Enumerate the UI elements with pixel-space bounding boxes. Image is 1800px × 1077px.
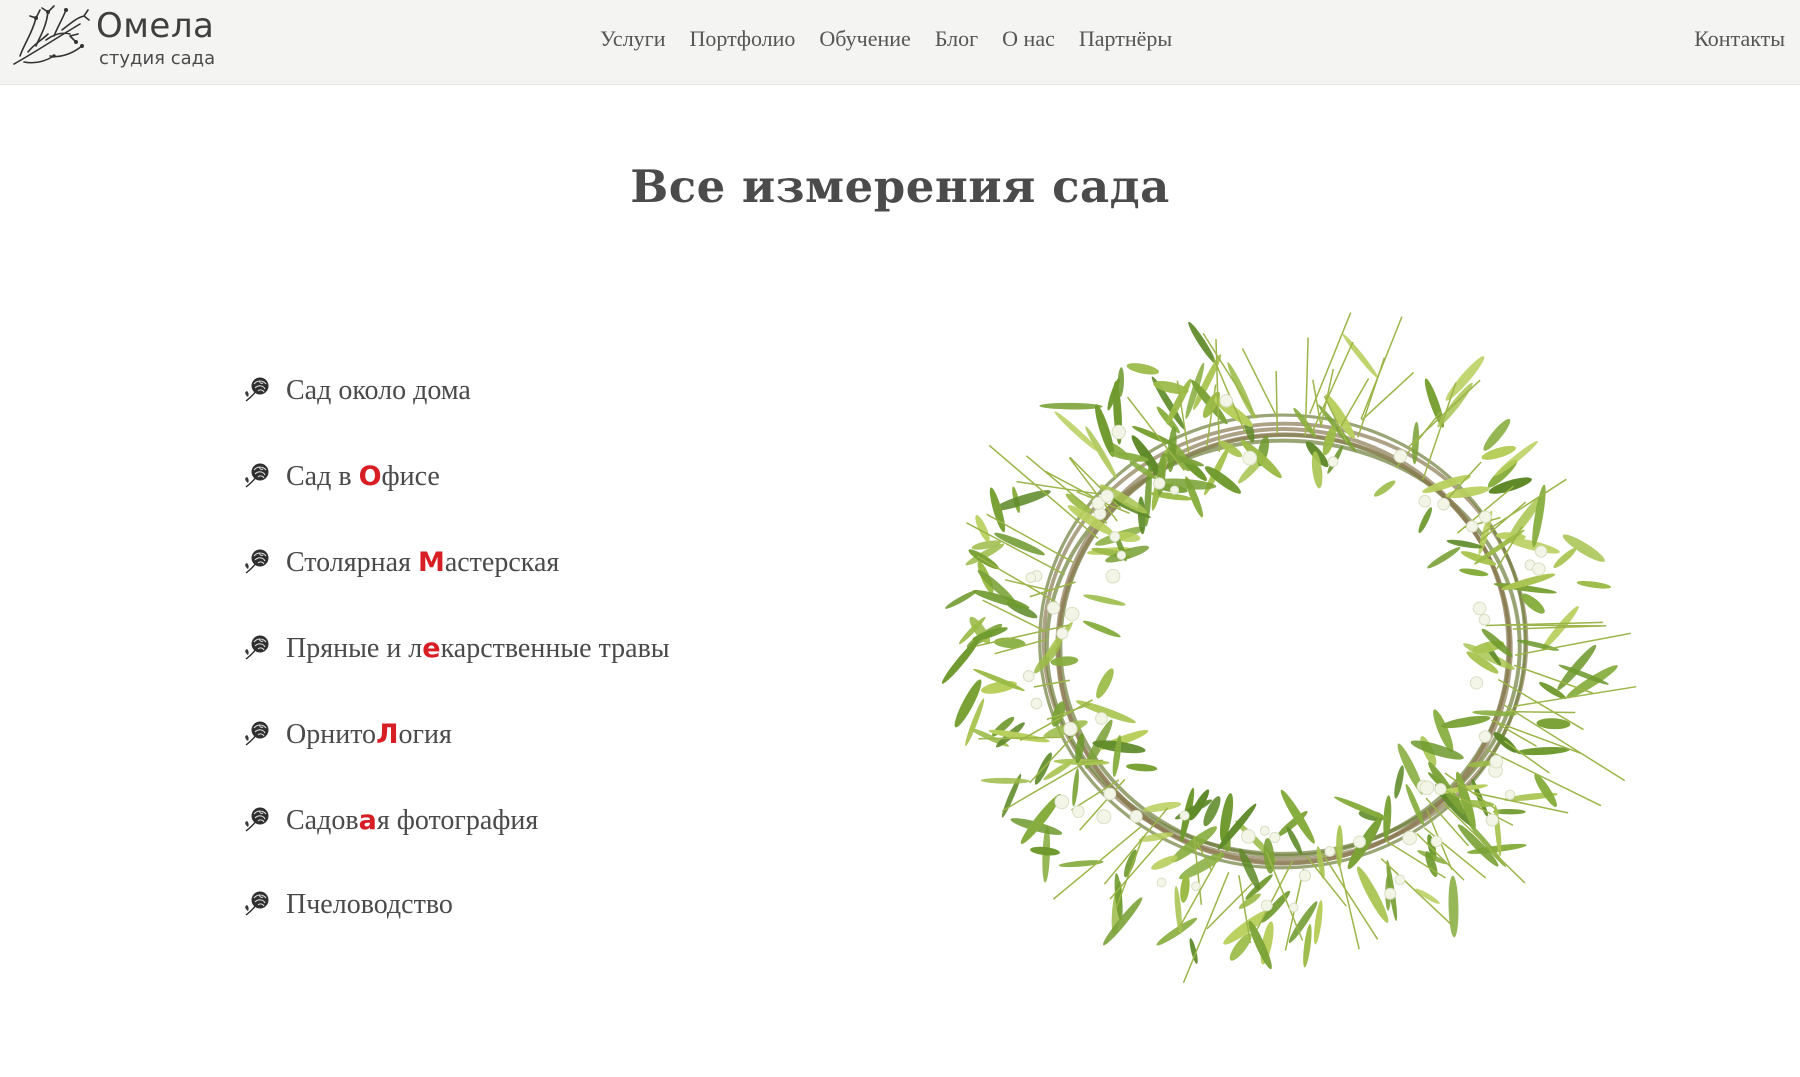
brand-title: Омела — [96, 6, 215, 46]
rose-icon — [244, 806, 270, 832]
page-title: Все измерения сада — [630, 160, 1170, 213]
nav-item-portfolio[interactable]: Портфолио — [689, 26, 795, 52]
rose-icon — [244, 548, 270, 574]
rose-icon — [244, 376, 270, 402]
rose-icon — [244, 634, 270, 660]
mistletoe-branch-icon — [13, 5, 90, 65]
list-item-label: Сад в Офисе — [286, 461, 440, 492]
rose-icon — [244, 720, 270, 746]
top-navigation-bar: Омела студия сада Услуги Портфолио Обуче… — [0, 0, 1800, 85]
list-item-herbs[interactable]: Пряные и лекарственные травы — [242, 633, 802, 673]
list-item-label: Столярная Мастерская — [286, 547, 560, 578]
rose-icon — [244, 890, 270, 916]
logo[interactable]: Омела студия сада — [10, 4, 240, 70]
list-item-label: Пряные и лекарственные травы — [286, 633, 670, 664]
main-nav: Услуги Портфолио Обучение Блог О нас Пар… — [600, 26, 1172, 52]
mistletoe-wreath-image — [941, 312, 1637, 984]
nav-item-training[interactable]: Обучение — [819, 26, 910, 52]
brand-subtitle: студия сада — [99, 48, 216, 69]
list-item-label: ОрнитоЛогия — [286, 719, 452, 750]
nav-item-contacts[interactable]: Контакты — [1694, 26, 1785, 52]
nav-item-blog[interactable]: Блог — [935, 26, 978, 52]
list-item-ornithology[interactable]: ОрнитоЛогия — [242, 719, 802, 759]
nav-item-partners[interactable]: Партнёры — [1079, 26, 1172, 52]
list-item-label: Садовая фотография — [286, 805, 539, 836]
nav-item-about[interactable]: О нас — [1002, 26, 1055, 52]
nav-item-services[interactable]: Услуги — [600, 26, 665, 52]
rose-icon — [244, 462, 270, 488]
list-item-carpentry[interactable]: Столярная Мастерская — [242, 547, 802, 587]
list-item-label: Сад около дома — [286, 375, 471, 406]
list-item-office-garden[interactable]: Сад в Офисе — [242, 461, 802, 501]
list-item-label: Пчеловодство — [286, 889, 453, 920]
list-item-beekeeping[interactable]: Пчеловодство — [242, 889, 802, 929]
list-item-garden-photography[interactable]: Садовая фотография — [242, 805, 802, 845]
list-item-garden-near-house[interactable]: Сад около дома — [242, 375, 802, 415]
